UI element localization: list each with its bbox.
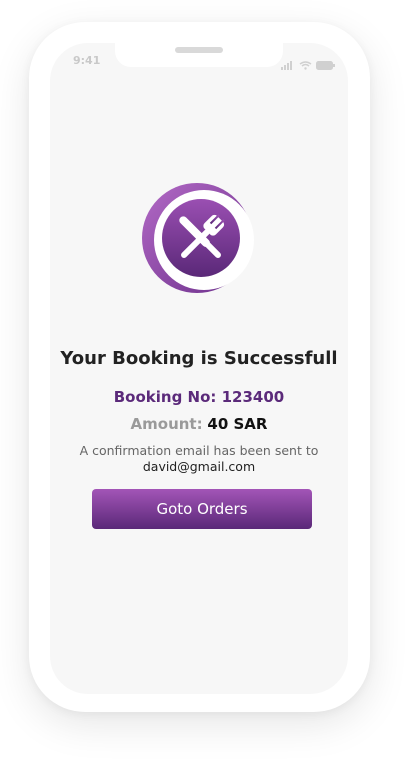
notch xyxy=(115,43,283,67)
speaker-grille xyxy=(175,47,223,53)
amount-row: Amount: 40 SAR xyxy=(50,415,348,433)
phone-screen: 9:41 Your Booking is Successfull Booking… xyxy=(50,43,348,694)
booking-success-title: Your Booking is Successfull xyxy=(60,348,338,369)
status-icons xyxy=(281,55,336,74)
battery-icon xyxy=(316,55,336,74)
signal-icon xyxy=(281,55,295,74)
amount-value: 40 SAR xyxy=(207,415,268,433)
booking-number: Booking No: 123400 xyxy=(113,388,285,406)
confirmation-message: A confirmation email has been sent to xyxy=(79,443,319,458)
amount-label: Amount: xyxy=(130,415,203,433)
status-time: 9:41 xyxy=(73,54,101,67)
wifi-icon xyxy=(299,55,312,74)
restaurant-logo xyxy=(142,183,257,298)
fork-knife-icon xyxy=(142,183,254,293)
goto-orders-button[interactable]: Goto Orders xyxy=(92,489,312,529)
confirmation-email: david@gmail.com xyxy=(142,459,256,474)
